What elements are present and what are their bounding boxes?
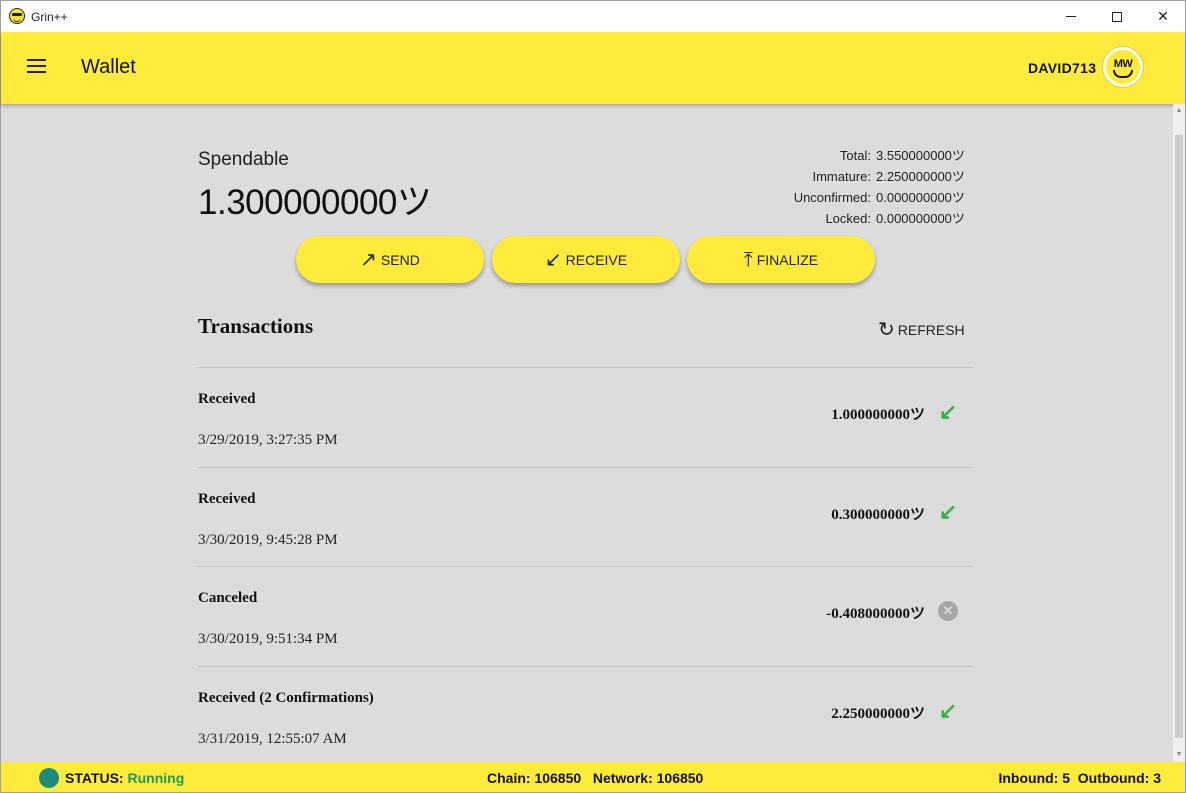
receive-arrow-icon: ↙ <box>544 248 562 271</box>
stat-total: Total: 3.550000000ツ <box>721 146 973 167</box>
transaction-amount: 0.300000000ツ <box>831 506 925 523</box>
transaction-row[interactable]: Received 3/29/2019, 3:27:35 PM 1.0000000… <box>198 367 973 467</box>
minimize-icon <box>1066 16 1076 17</box>
status-value: Running <box>127 770 185 786</box>
transaction-status: Canceled <box>198 590 258 606</box>
spendable-label: Spendable <box>198 149 289 170</box>
status-label: STATUS: <box>65 770 124 786</box>
send-arrow-icon: ↗ <box>360 248 377 271</box>
transaction-status: Received (2 Confirmations) <box>198 689 374 706</box>
transaction-row[interactable]: Received 3/30/2019, 9:45:28 PM 0.3000000… <box>198 466 973 567</box>
canceled-icon: ✕ <box>938 601 958 621</box>
avatar[interactable]: MW <box>1103 47 1143 87</box>
transaction-amount: 2.250000000ツ <box>831 705 925 722</box>
received-arrow-icon: ↙ <box>938 498 958 524</box>
peer-info: Inbound: 5 Outbound: 3 <box>998 770 1161 786</box>
page-title: Wallet <box>81 56 136 78</box>
wallet-content: Spendable 1.300000000ツ Total: 3.55000000… <box>1 104 1173 762</box>
transaction-row[interactable]: Canceled 3/30/2019, 9:51:34 PM -0.408000… <box>198 566 973 666</box>
transaction-status: Received <box>198 391 256 407</box>
maximize-button[interactable] <box>1094 1 1140 32</box>
send-button[interactable]: ↗ SEND <box>296 236 484 283</box>
transaction-date: 3/30/2019, 9:51:34 PM <box>198 631 338 647</box>
outbound-peers: Outbound: 3 <box>1077 770 1161 786</box>
avatar-text: MW <box>1113 58 1133 70</box>
scroll-thumb[interactable] <box>1175 135 1183 738</box>
transaction-row[interactable]: Received (2 Confirmations) 3/31/2019, 12… <box>198 665 973 763</box>
stat-value: 3.550000000ツ <box>876 148 965 163</box>
received-arrow-icon: ↙ <box>938 399 958 424</box>
transaction-amount: 1.000000000ツ <box>831 407 925 423</box>
app-bar: Wallet DAVID713 MW <box>1 32 1185 104</box>
transactions-heading: Transactions <box>198 314 314 338</box>
stat-value: 0.000000000ツ <box>876 211 965 226</box>
merge-icon: ⤒ <box>743 248 753 271</box>
receive-button[interactable]: ↙ RECEIVE <box>492 236 680 283</box>
stat-label: Immature: <box>812 169 871 184</box>
hamburger-menu-icon[interactable] <box>27 59 47 75</box>
close-icon: ✕ <box>1157 8 1169 24</box>
transaction-date: 3/30/2019, 9:45:28 PM <box>198 531 338 548</box>
refresh-label: REFRESH <box>897 322 965 338</box>
transaction-date: 3/29/2019, 3:27:35 PM <box>198 432 338 448</box>
spendable-value: 1.300000000ツ <box>198 183 432 222</box>
stat-value: 0.000000000ツ <box>876 190 965 205</box>
stat-label: Locked: <box>825 211 871 226</box>
finalize-label: FINALIZE <box>756 251 819 268</box>
grin-logo-icon <box>9 8 25 24</box>
transaction-date: 3/31/2019, 12:55:07 AM <box>198 730 347 747</box>
transaction-status: Received <box>198 490 256 507</box>
status-bar: STATUS: Running Chain: 106850 Network: 1… <box>1 762 1185 792</box>
network-height: Network: 106850 <box>592 770 704 786</box>
stat-label: Total: <box>839 148 871 163</box>
vertical-scrollbar[interactable]: ▲ ▼ <box>1173 104 1185 762</box>
stat-unconfirmed: Unconfirmed: 0.000000000ツ <box>721 188 973 209</box>
smile-icon <box>1113 70 1133 78</box>
refresh-icon: ↻ <box>878 319 895 341</box>
refresh-button[interactable]: ↻ REFRESH <box>878 320 965 340</box>
transaction-list: Received 3/29/2019, 3:27:35 PM 1.0000000… <box>198 367 973 762</box>
stat-value: 2.250000000ツ <box>876 169 965 184</box>
chain-height: Chain: 106850 <box>487 770 582 786</box>
balance-stats: Total: 3.550000000ツ Immature: 2.25000000… <box>721 146 973 230</box>
node-status: STATUS: Running <box>65 770 184 786</box>
send-label: SEND <box>380 251 420 268</box>
stat-label: Unconfirmed: <box>793 190 871 205</box>
receive-label: RECEIVE <box>565 251 628 268</box>
scroll-down-icon[interactable]: ▼ <box>1173 748 1185 762</box>
stat-locked: Locked: 0.000000000ツ <box>721 209 973 230</box>
close-button[interactable]: ✕ <box>1140 1 1186 32</box>
stat-immature: Immature: 2.250000000ツ <box>721 167 973 188</box>
received-arrow-icon: ↙ <box>938 697 958 723</box>
minimize-button[interactable] <box>1048 1 1094 32</box>
finalize-button[interactable]: ⤒ FINALIZE <box>687 236 875 283</box>
chain-info: Chain: 106850 Network: 106850 <box>487 770 703 786</box>
maximize-icon <box>1112 11 1122 22</box>
window-title: Grin++ <box>31 10 68 24</box>
username-label[interactable]: DAVID713 <box>1028 60 1096 76</box>
inbound-peers: Inbound: 5 <box>998 770 1071 786</box>
app-window: Grin++ ✕ Wallet DAVID713 MW Spendable 1.… <box>0 0 1186 793</box>
status-indicator-icon <box>39 768 59 788</box>
transaction-amount: -0.408000000ツ <box>826 606 925 622</box>
title-bar: Grin++ ✕ <box>1 1 1185 32</box>
scroll-up-icon[interactable]: ▲ <box>1173 104 1185 118</box>
